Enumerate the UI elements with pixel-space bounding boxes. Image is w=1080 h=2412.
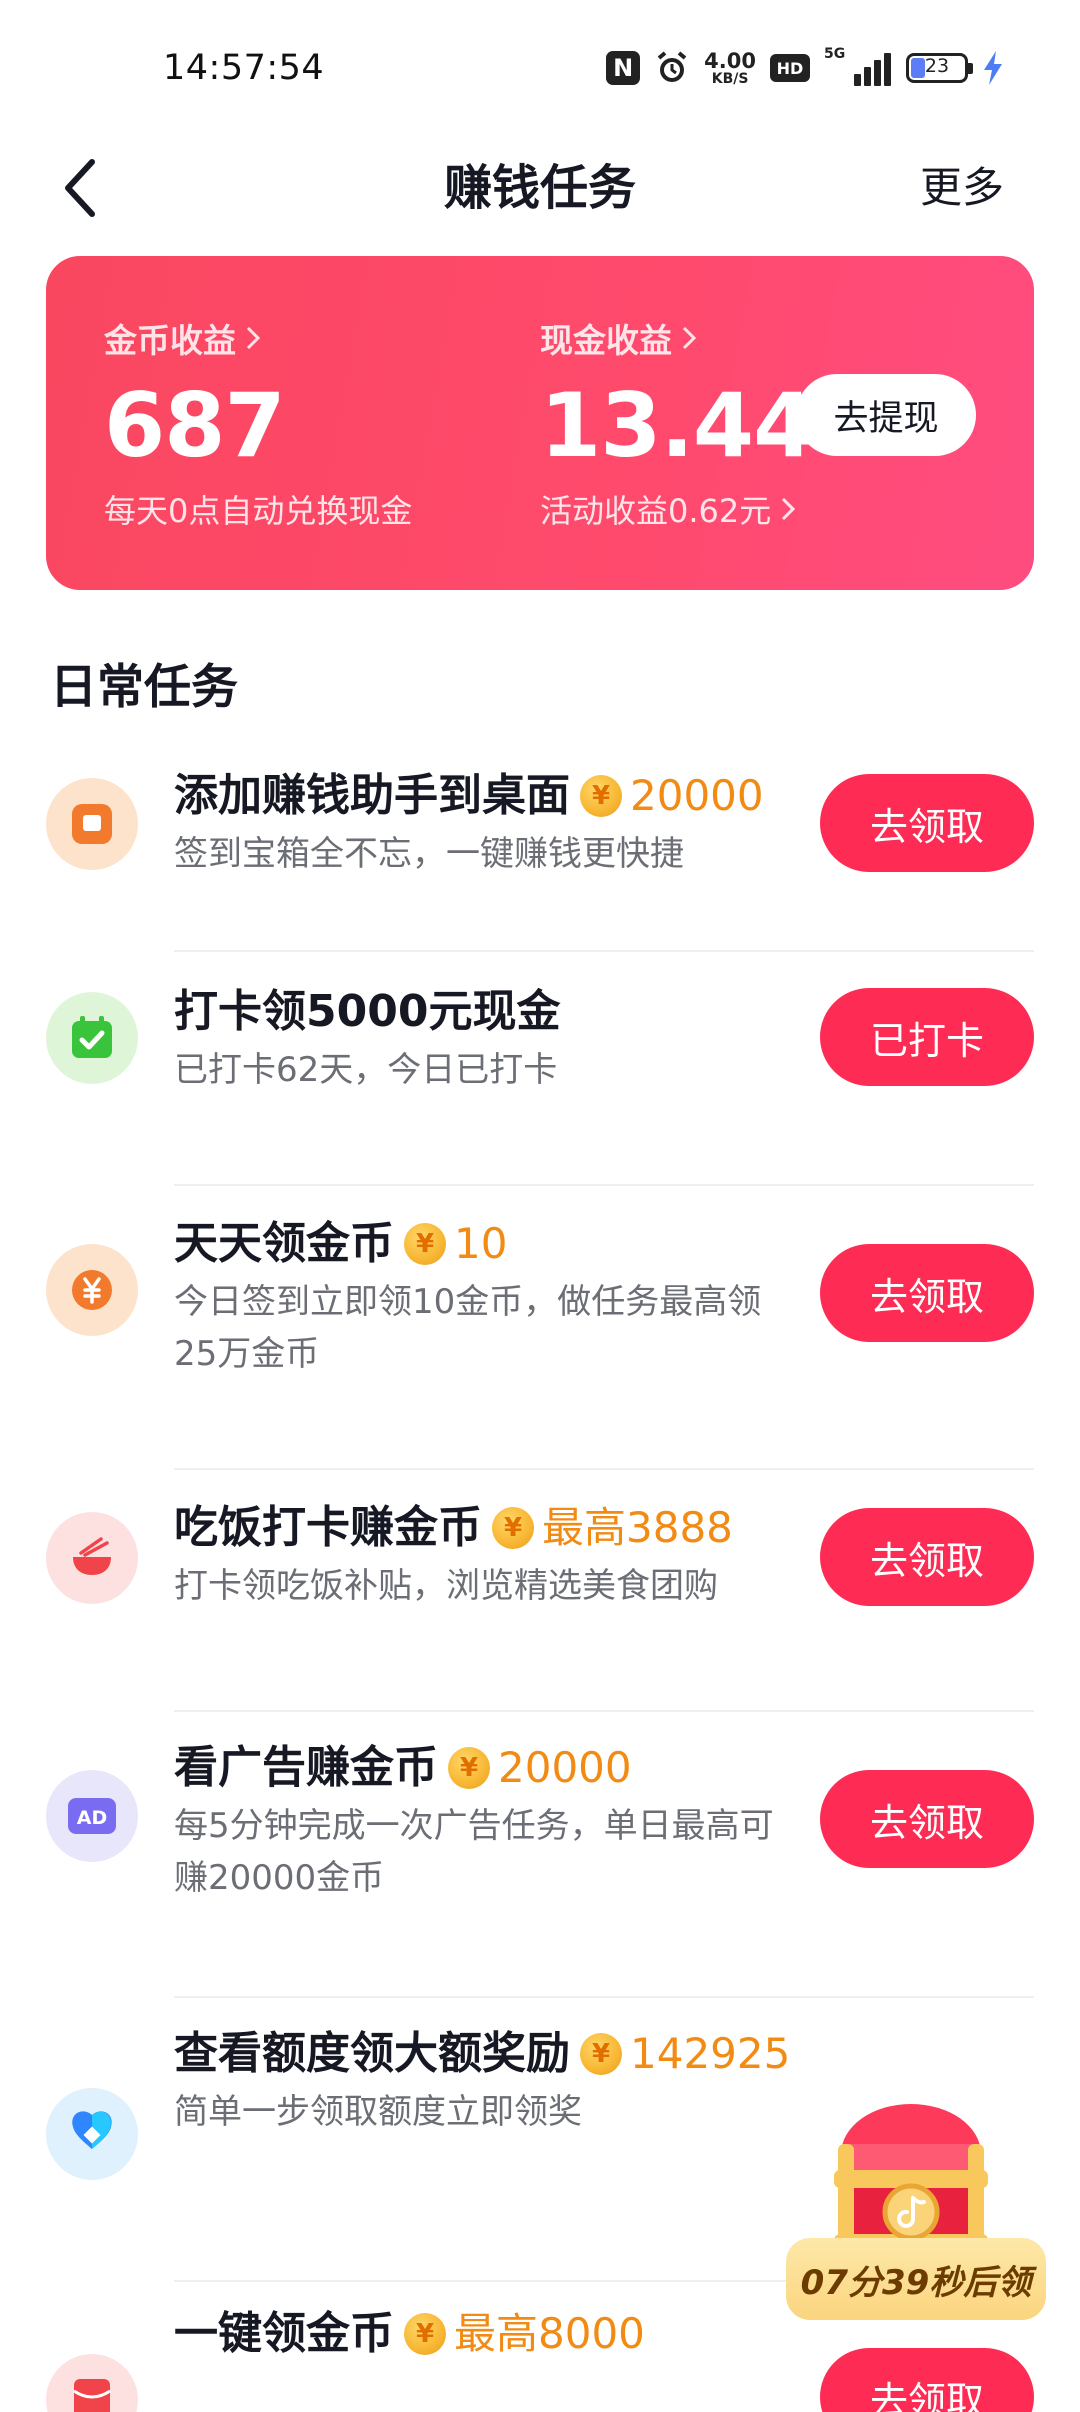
charging-icon [982, 50, 1004, 86]
coin-earnings-value: 687 [104, 374, 286, 477]
task-reward: ¥20000 [580, 768, 764, 824]
net-speed: 4.00 KB/S [704, 48, 756, 87]
task-reward: ¥20000 [448, 1740, 632, 1796]
cash-earnings-value: 13.44 [540, 374, 814, 477]
task-desc: 简单一步领取额度立即领奖 [174, 2092, 582, 2132]
task-reward: ¥142925 [580, 2026, 790, 2082]
coin-icon: ¥ [492, 1507, 534, 1549]
network-type: 5G [824, 46, 846, 62]
red-envelope-icon [46, 2354, 138, 2412]
net-speed-unit: KB/S [711, 70, 749, 87]
task-title: 看广告赚金币 [174, 1742, 438, 1793]
divider [174, 1184, 1034, 1186]
checked-in-button[interactable]: 已打卡 [820, 988, 1034, 1086]
task-title: 一键领金币 [174, 2308, 394, 2359]
task-desc: 签到宝箱全不忘，一键赚钱更快捷 [174, 834, 684, 874]
net-speed-value: 4.00 [704, 48, 756, 73]
coin-icon: ¥ [404, 2313, 446, 2355]
status-bar: 14:57:54 N 4.00 KB/S HD 5G 23 [0, 0, 1080, 130]
divider [174, 1468, 1034, 1470]
task-title: 吃饭打卡赚金币 [174, 1502, 482, 1553]
claim-button[interactable]: 去领取 [820, 1770, 1034, 1868]
task-desc: 今日签到立即领10金币，做任务最高领25万金币 [174, 1282, 762, 1374]
desktop-widget-icon [46, 778, 138, 870]
status-time: 14:57:54 [163, 48, 325, 88]
claim-button[interactable]: 去领取 [820, 774, 1034, 872]
daily-tasks-heading: 日常任务 [50, 660, 238, 715]
chest-countdown[interactable]: 07分39秒后领 [786, 2238, 1046, 2320]
chevron-right-icon [682, 326, 697, 350]
earnings-card: 金币收益 687 每天0点自动兑换现金 现金收益 13.44 活动收益0.62元… [46, 256, 1034, 590]
credit-diamond-icon [46, 2088, 138, 2180]
yuan-coin-icon [46, 1244, 138, 1336]
page-title: 赚钱任务 [443, 160, 636, 216]
signal-icon: 5G [824, 46, 892, 86]
alarm-icon [654, 50, 690, 86]
divider [174, 950, 1034, 952]
activity-earnings-link[interactable]: 活动收益0.62元 [540, 486, 797, 532]
nav-bar: 赚钱任务 更多 [0, 130, 1080, 250]
claim-button[interactable]: 去领取 [820, 1508, 1034, 1606]
nfc-icon: N [606, 51, 641, 85]
claim-button[interactable]: 去领取 [820, 1244, 1034, 1342]
divider [174, 1710, 1034, 1712]
svg-text:AD: AD [77, 1807, 107, 1829]
task-title: 打卡领5000元现金 [174, 986, 561, 1037]
chevron-right-icon [246, 326, 261, 350]
coin-earnings-label[interactable]: 金币收益 [104, 314, 262, 362]
task-reward: ¥ 最高3888 [492, 1500, 733, 1556]
battery-level: 23 [924, 55, 950, 77]
coin-exchange-note: 每天0点自动兑换现金 [104, 492, 413, 530]
ad-icon: AD [46, 1770, 138, 1862]
withdraw-button[interactable]: 去提现 [796, 374, 976, 456]
coin-icon: ¥ [580, 775, 622, 817]
divider [174, 1996, 1034, 1998]
coin-icon: ¥ [580, 2033, 622, 2075]
chevron-right-icon [782, 497, 796, 521]
task-title: 查看额度领大额奖励 [174, 2028, 570, 2079]
battery-icon: 23 [906, 53, 973, 83]
hd-icon: HD [770, 54, 810, 82]
coin-icon: ¥ [404, 1223, 446, 1265]
task-desc: 打卡领吃饭补贴，浏览精选美食团购 [174, 1566, 718, 1606]
rice-bowl-icon [46, 1512, 138, 1604]
task-title: 天天领金币 [174, 1218, 394, 1269]
coin-icon: ¥ [448, 1747, 490, 1789]
task-desc: 每5分钟完成一次广告任务，单日最高可赚20000金币 [174, 1806, 774, 1898]
cash-earnings-label[interactable]: 现金收益 [540, 314, 698, 362]
more-button[interactable]: 更多 [920, 152, 1004, 224]
task-reward: ¥10 [404, 1216, 507, 1272]
task-desc: 已打卡62天，今日已打卡 [174, 1050, 558, 1090]
status-icons: N 4.00 KB/S HD 5G 23 [606, 46, 1004, 90]
calendar-check-icon [46, 992, 138, 1084]
task-reward: ¥ 最高8000 [404, 2306, 645, 2362]
task-title: 添加赚钱助手到桌面 [174, 770, 570, 821]
claim-button[interactable]: 去领取 [820, 2348, 1034, 2412]
